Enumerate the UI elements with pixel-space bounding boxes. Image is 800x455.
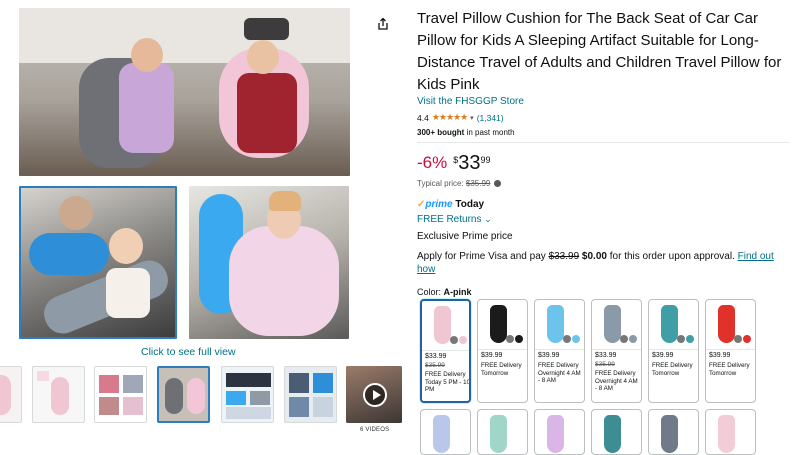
main-product-image[interactable] <box>19 8 350 176</box>
video-thumbnail[interactable] <box>346 366 402 423</box>
divider <box>417 142 789 143</box>
accessory-ball <box>563 335 571 343</box>
swatch-list-price: $35.99 <box>425 362 445 369</box>
color-swatch[interactable] <box>648 409 699 455</box>
accessory-ball <box>515 335 523 343</box>
swatch-image <box>651 302 696 348</box>
pillow-swatch-shape <box>718 415 735 453</box>
swatch-price: $39.99 <box>652 352 674 359</box>
prime-today-badge: ✓prime Today <box>417 199 485 210</box>
pillow-swatch-shape <box>661 415 678 453</box>
color-swatch[interactable] <box>705 409 756 455</box>
accessory-ball <box>677 335 685 343</box>
color-swatch[interactable] <box>477 409 528 455</box>
thumbnail-image[interactable] <box>0 366 22 423</box>
discount-percent: -6% <box>417 153 448 172</box>
thumbnail-image[interactable] <box>284 366 337 423</box>
accessory-ball <box>620 335 628 343</box>
pillow-swatch-shape <box>604 305 621 343</box>
swatch-divider <box>592 349 641 350</box>
thumbnail-strip <box>0 366 410 424</box>
typical-price: Typical price: $35.99 <box>417 179 501 188</box>
color-swatch[interactable]: $39.99 FREE Delivery Tomorrow <box>705 299 756 403</box>
thumbnail-image-selected[interactable] <box>157 366 210 423</box>
swatch-divider <box>422 350 469 351</box>
rating-value: 4.4 <box>417 112 429 123</box>
swatch-delivery: FREE Delivery Tomorrow <box>709 362 750 377</box>
product-image-blue-grey-pillow[interactable] <box>19 186 177 339</box>
accessory-ball <box>572 335 580 343</box>
color-swatch[interactable] <box>591 409 642 455</box>
thumbnail-image[interactable] <box>32 366 85 423</box>
accessory-ball <box>734 335 742 343</box>
pillow-swatch-shape <box>547 415 564 453</box>
videos-count-label: 6 VIDEOS <box>360 427 390 433</box>
swatch-image <box>537 302 582 348</box>
swatch-image <box>594 302 639 348</box>
color-swatch[interactable] <box>420 409 471 455</box>
pillow-swatch-shape <box>547 305 564 343</box>
store-link[interactable]: Visit the FHSGGP Store <box>417 96 524 107</box>
swatch-delivery: FREE Delivery Today 5 PM - 10 PM <box>425 371 471 393</box>
swatch-divider <box>478 349 527 350</box>
swatch-price: $39.99 <box>481 352 503 359</box>
rating-row: 4.4 ★★★★★ ▾ (1,341) <box>417 112 504 123</box>
thumbnail-image[interactable] <box>94 366 147 423</box>
swatch-price: $33.99 <box>425 353 447 360</box>
price-whole: 33 <box>458 152 481 174</box>
free-returns-link[interactable]: FREE Returns ⌄ <box>417 214 492 225</box>
accessory-ball <box>686 335 694 343</box>
swatch-delivery: FREE Delivery Overnight 4 AM - 8 AM <box>538 362 581 384</box>
price-block: -6% $ 33 99 <box>417 152 491 174</box>
share-icon[interactable] <box>376 17 390 31</box>
accessory-ball <box>459 336 467 344</box>
swatch-divider <box>706 349 755 350</box>
color-swatch[interactable] <box>534 409 585 455</box>
accessory-ball <box>450 336 458 344</box>
info-icon[interactable] <box>493 180 501 187</box>
swatch-price: $39.99 <box>538 352 560 359</box>
star-rating-icon[interactable]: ★★★★★ <box>432 112 468 123</box>
swatch-price: $33.99 <box>595 352 617 359</box>
exclusive-prime-price: Exclusive Prime price <box>417 231 513 242</box>
thumbnail-image[interactable] <box>221 366 274 423</box>
product-image-pink-pillow-child[interactable] <box>189 186 349 339</box>
pillow-swatch-shape <box>490 415 507 453</box>
pillow-swatch-shape <box>490 305 507 343</box>
swatch-divider <box>649 349 698 350</box>
accessory-ball <box>629 335 637 343</box>
color-swatch[interactable]: $39.99 FREE Delivery Tomorrow <box>648 299 699 403</box>
swatch-delivery: FREE Delivery Tomorrow <box>481 362 522 377</box>
pillow-swatch-shape <box>661 305 678 343</box>
swatch-delivery: FREE Delivery Tomorrow <box>652 362 693 377</box>
pillow-swatch-shape <box>433 415 450 453</box>
pillow-swatch-shape <box>434 306 451 344</box>
pillow-swatch-shape <box>604 415 621 453</box>
color-selector-label: Color: A-pink <box>417 287 472 297</box>
product-title: Travel Pillow Cushion for The Back Seat … <box>417 10 782 93</box>
swatch-image <box>480 302 525 348</box>
chevron-down-icon[interactable]: ▾ <box>470 114 474 122</box>
play-icon <box>363 383 387 407</box>
swatch-image <box>424 303 469 349</box>
accessory-ball <box>743 335 751 343</box>
swatch-divider <box>535 349 584 350</box>
review-count-link[interactable]: (1,341) <box>477 113 504 123</box>
bought-count: 300+ bought in past month <box>417 128 515 137</box>
color-swatch[interactable]: $39.99 FREE Delivery Tomorrow <box>477 299 528 403</box>
swatch-list-price: $35.99 <box>595 361 615 368</box>
color-swatch[interactable]: $33.99 $35.99 FREE Delivery Overnight 4 AM… <box>591 299 642 403</box>
see-full-view-link[interactable]: Click to see full view <box>141 346 236 358</box>
chevron-down-icon: ⌄ <box>484 214 492 224</box>
accessory-ball <box>506 335 514 343</box>
color-swatch[interactable]: $39.99 FREE Delivery Overnight 4 AM - 8 A… <box>534 299 585 403</box>
color-swatch-selected[interactable]: $33.99 $35.99 FREE Delivery Today 5 PM - 1… <box>420 299 471 403</box>
price-fraction: 99 <box>480 155 491 165</box>
swatch-image <box>708 302 753 348</box>
swatch-price: $39.99 <box>709 352 731 359</box>
pillow-swatch-shape <box>718 305 735 343</box>
prime-visa-offer: Apply for Prime Visa and pay $33.99 $0.0… <box>417 251 774 275</box>
swatch-delivery: FREE Delivery Overnight 4 AM - 8 AM <box>595 370 638 392</box>
